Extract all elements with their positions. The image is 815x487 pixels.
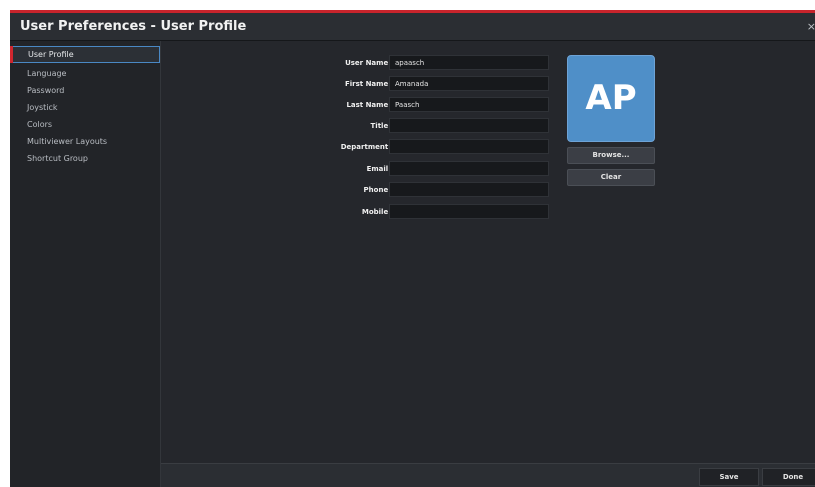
- last-name-label: Last Name:: [346, 101, 391, 109]
- sidebar-item-joystick[interactable]: Joystick: [10, 99, 160, 116]
- window-title: User Preferences - User Profile: [20, 19, 247, 34]
- phone-field[interactable]: [389, 182, 549, 197]
- sidebar-item-password[interactable]: Password: [10, 82, 160, 99]
- first-name-label: First Name:: [344, 80, 391, 88]
- close-icon[interactable]: ×: [807, 20, 815, 33]
- sidebar: User Profile Language Password Joystick …: [10, 41, 161, 487]
- sidebar-item-language[interactable]: Language: [10, 65, 160, 82]
- username-label: User Name:: [345, 59, 391, 67]
- done-button[interactable]: Done: [762, 468, 815, 486]
- clear-button[interactable]: Clear: [567, 169, 655, 186]
- sidebar-item-multiviewer-layouts[interactable]: Multiviewer Layouts: [10, 133, 160, 150]
- username-field[interactable]: apaasch: [389, 55, 549, 70]
- mobile-field[interactable]: [389, 204, 549, 219]
- department-label: Department:: [340, 143, 391, 151]
- sidebar-item-colors[interactable]: Colors: [10, 116, 160, 133]
- save-button[interactable]: Save: [699, 468, 759, 486]
- sidebar-item-user-profile[interactable]: User Profile: [10, 46, 160, 63]
- title-bar: User Preferences - User Profile ×: [10, 13, 815, 41]
- preferences-window: User Preferences - User Profile × User P…: [10, 10, 815, 487]
- footer-bar: Save Done: [161, 463, 815, 487]
- title-label: Title:: [370, 122, 391, 130]
- avatar: AP: [567, 55, 655, 142]
- first-name-field[interactable]: Amanada: [389, 76, 549, 91]
- browse-button[interactable]: Browse...: [567, 147, 655, 164]
- email-label: Email:: [366, 165, 391, 173]
- profile-panel: User Name: apaasch First Name: Amanada L…: [161, 41, 815, 464]
- sidebar-item-shortcut-group[interactable]: Shortcut Group: [10, 150, 160, 167]
- mobile-label: Mobile:: [361, 208, 391, 216]
- title-field[interactable]: [389, 118, 549, 133]
- last-name-field[interactable]: Paasch: [389, 97, 549, 112]
- department-field[interactable]: [389, 139, 549, 154]
- phone-label: Phone:: [363, 186, 391, 194]
- email-field[interactable]: [389, 161, 549, 176]
